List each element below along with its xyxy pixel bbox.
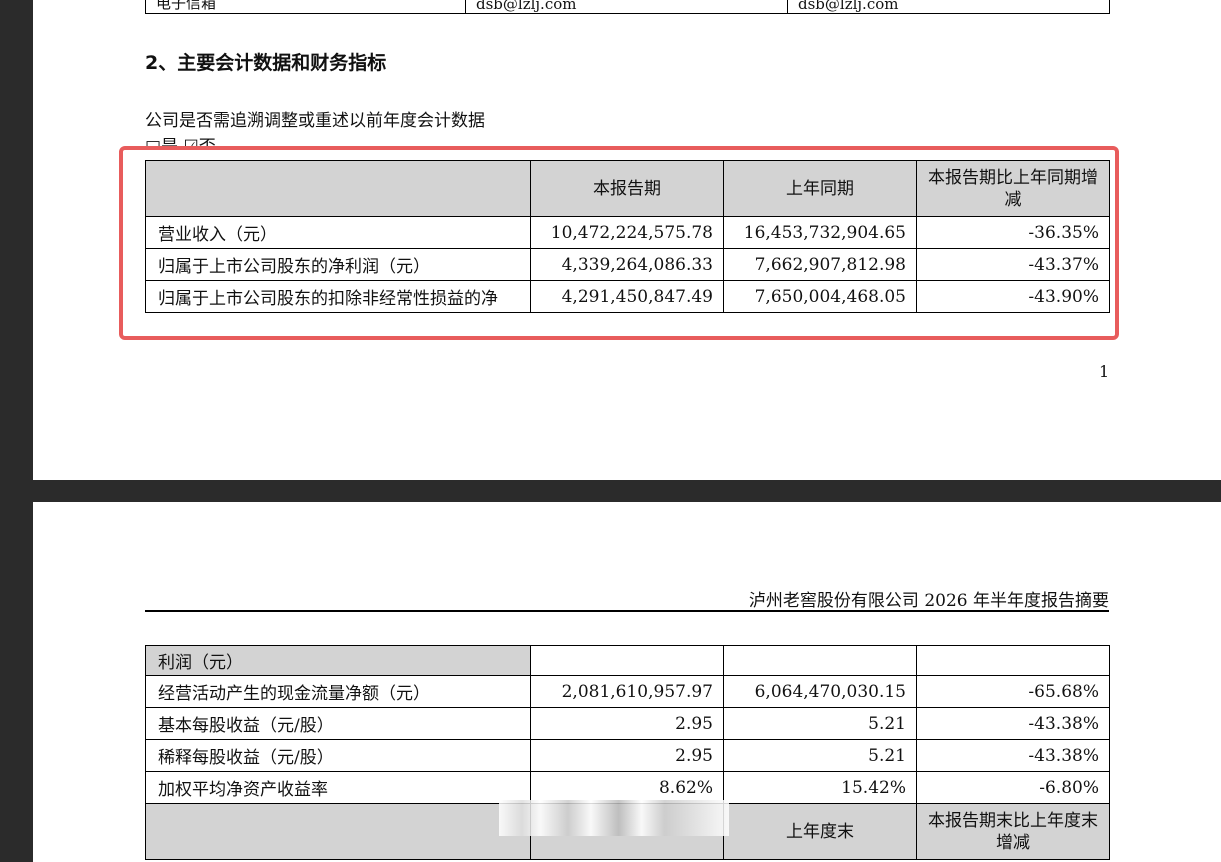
header-blank [145, 803, 531, 860]
header-rule [145, 610, 1109, 612]
header-prior-year-end: 上年度末 [723, 803, 917, 860]
document-page-2: 泸州老窖股份有限公司 2026 年半年度报告摘要 利润（元） 经营活动产生的现金… [33, 502, 1221, 862]
row-label: 利润（元） [145, 645, 531, 676]
row-label: 稀释每股收益（元/股） [145, 739, 531, 772]
email-value-1: dsb@lzlj.com [465, 0, 788, 14]
running-header: 泸州老窖股份有限公司 2026 年半年度报告摘要 [748, 591, 1109, 611]
row-prior: 6,064,470,030.15 [723, 675, 917, 708]
row-change: -6.80% [916, 771, 1110, 804]
table-row: 基本每股收益（元/股） 2.95 5.21 -43.38% [145, 707, 1110, 740]
table-row: 加权平均净资产收益率 8.62% 15.42% -6.80% [145, 771, 1110, 804]
table-row: 利润（元） [145, 645, 1110, 676]
table-row: 经营活动产生的现金流量净额（元） 2,081,610,957.97 6,064,… [145, 675, 1110, 708]
row-prior: 5.21 [723, 707, 917, 740]
highlight-annotation-box [119, 146, 1119, 340]
row-change: -43.38% [916, 707, 1110, 740]
restatement-choice: □是 ☑否 [145, 132, 216, 146]
row-label: 基本每股收益（元/股） [145, 707, 531, 740]
email-value-2: dsb@lzlj.com [787, 0, 1110, 14]
email-row: 电子信箱 dsb@lzlj.com dsb@lzlj.com [145, 0, 1110, 14]
restatement-question: 公司是否需追溯调整或重述以前年度会计数据 [145, 111, 485, 131]
row-current: 2.95 [530, 707, 724, 740]
row-change: -65.68% [916, 675, 1110, 708]
table-row: 稀释每股收益（元/股） 2.95 5.21 -43.38% [145, 739, 1110, 772]
row-prior: 5.21 [723, 739, 917, 772]
row-change: -43.38% [916, 739, 1110, 772]
row-current: 2.95 [530, 739, 724, 772]
section-title: 2、主要会计数据和财务指标 [145, 52, 387, 74]
row-prior [723, 645, 917, 676]
page-number: 1 [1099, 362, 1110, 381]
email-label: 电子信箱 [145, 0, 466, 14]
header-change-year-end: 本报告期末比上年度末增减 [916, 803, 1110, 860]
contact-table: 电子信箱 dsb@lzlj.com dsb@lzlj.com [145, 0, 1110, 14]
row-change [916, 645, 1110, 676]
row-label: 加权平均净资产收益率 [145, 771, 531, 804]
row-current: 8.62% [530, 771, 724, 804]
row-current: 2,081,610,957.97 [530, 675, 724, 708]
row-prior: 15.42% [723, 771, 917, 804]
row-label: 经营活动产生的现金流量净额（元） [145, 675, 531, 708]
row-current [530, 645, 724, 676]
loading-placeholder [499, 800, 729, 836]
